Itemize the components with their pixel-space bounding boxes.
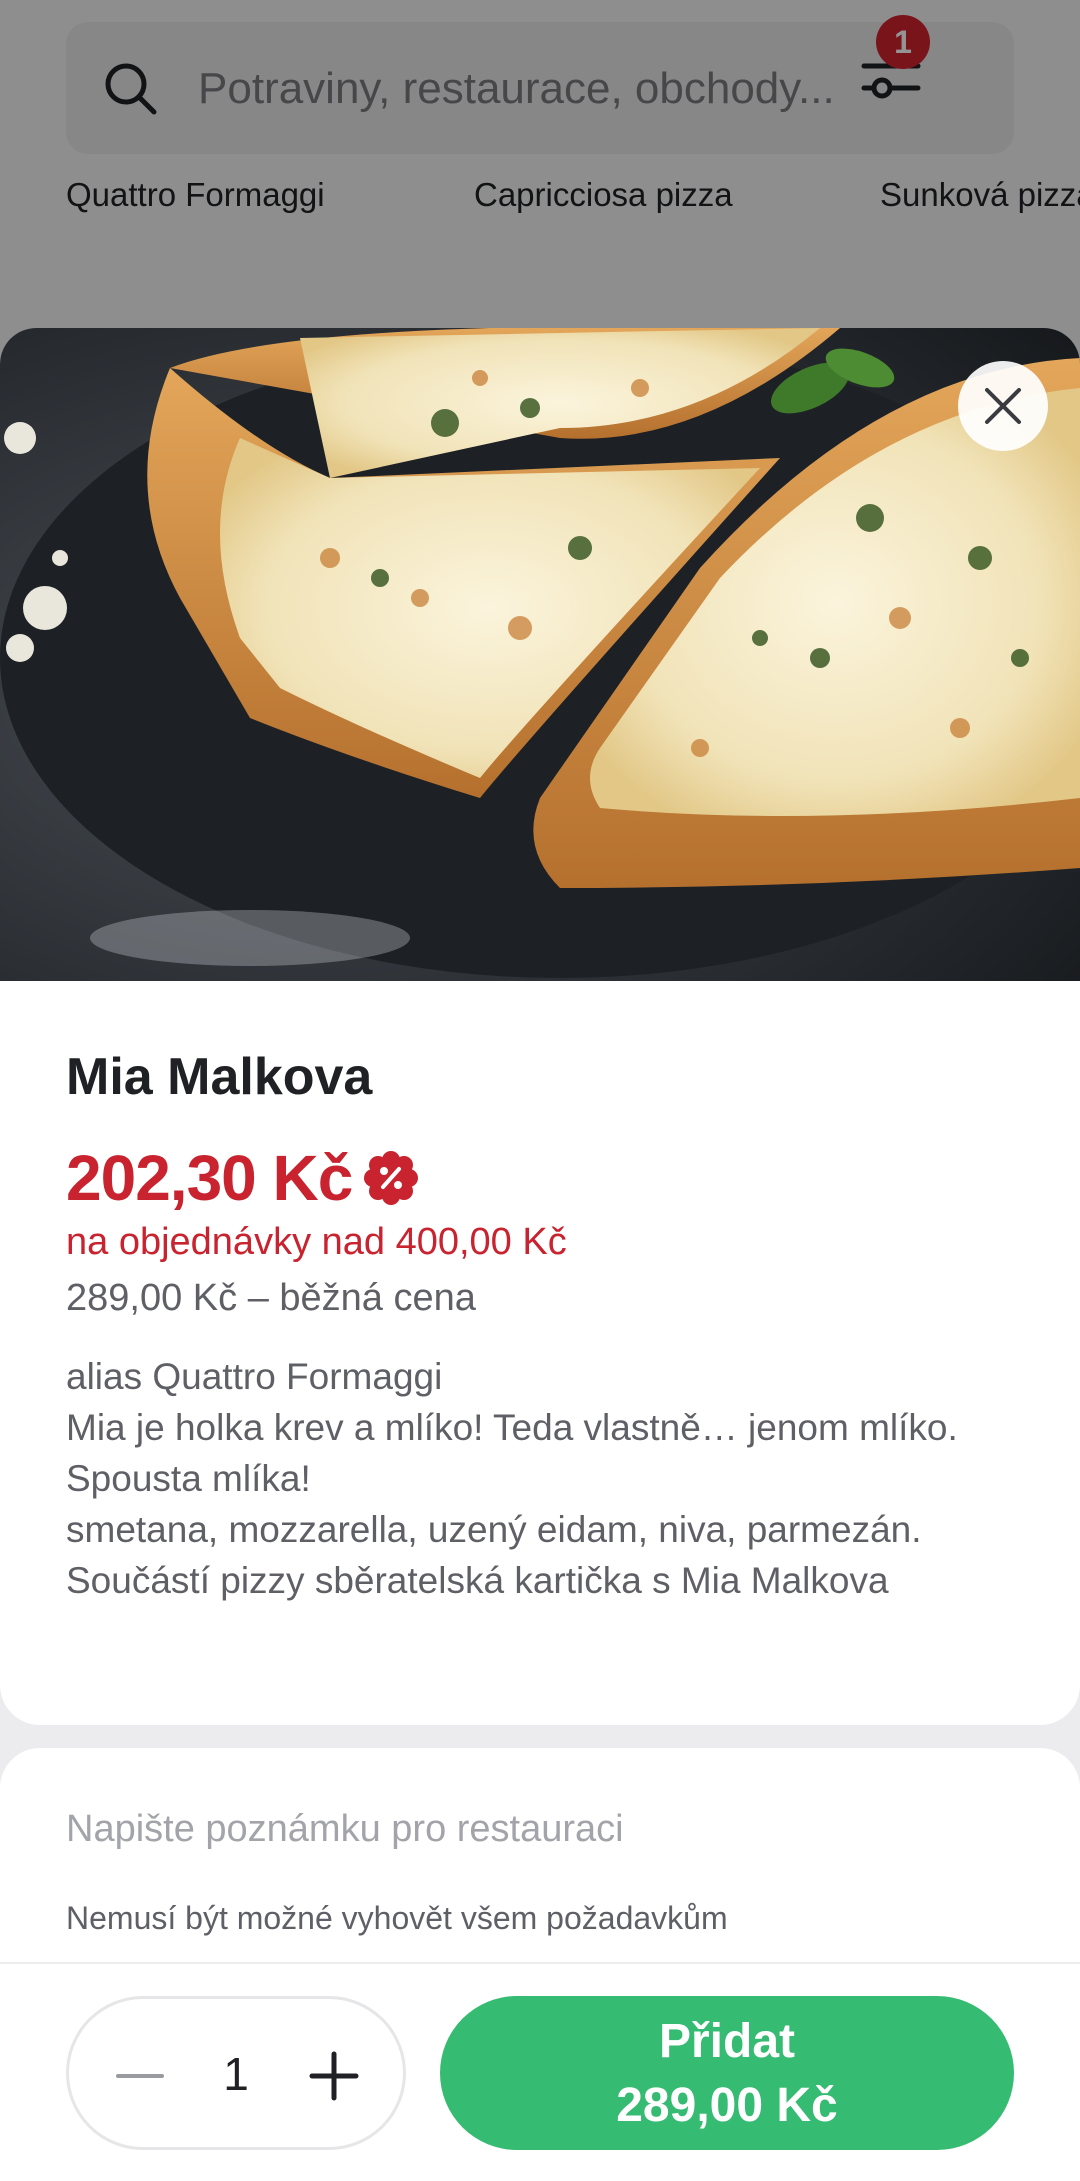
increase-quantity-button[interactable] bbox=[307, 2049, 361, 2103]
decrease-quantity-button[interactable] bbox=[115, 2051, 165, 2101]
product-title: Mia Malkova bbox=[66, 1048, 373, 1106]
price-row: 202,30 Kč bbox=[66, 1141, 419, 1215]
product-description: alias Quattro Formaggi Mia je holka krev… bbox=[66, 1356, 958, 1601]
close-icon bbox=[985, 388, 1021, 424]
add-to-cart-button[interactable]: Přidat 289,00 Kč bbox=[440, 1996, 1014, 2150]
bottom-action-bar: 1 Přidat 289,00 Kč bbox=[0, 1962, 1080, 2181]
minus-icon bbox=[116, 2074, 164, 2078]
regular-price: 289,00 Kč – běžná cena bbox=[66, 1277, 476, 1319]
quantity-stepper: 1 bbox=[66, 1996, 406, 2150]
note-hint: Nemusí být možné vyhovět všem požadavkům bbox=[66, 1900, 728, 1936]
restaurant-note-input[interactable]: Napište poznámku pro restauraci bbox=[66, 1808, 624, 1851]
product-image bbox=[0, 328, 1080, 981]
close-button[interactable] bbox=[958, 361, 1048, 451]
discount-price: 202,30 Kč bbox=[66, 1142, 353, 1214]
background-page: Potraviny, restaurace, obchody... 1 Quat… bbox=[0, 0, 1080, 330]
discount-badge-icon bbox=[364, 1151, 419, 1205]
product-info-card: Mia Malkova 202,30 Kč na objednávky nad … bbox=[0, 981, 1080, 1725]
discount-condition: na objednávky nad 400,00 Kč bbox=[66, 1221, 567, 1263]
product-detail-sheet: Mia Malkova 202,30 Kč na objednávky nad … bbox=[0, 328, 1080, 2181]
quantity-value: 1 bbox=[223, 2048, 249, 2100]
add-button-price: 289,00 Kč bbox=[616, 2079, 838, 2132]
plus-icon bbox=[309, 2051, 359, 2101]
modal-overlay[interactable] bbox=[0, 0, 1080, 330]
add-button-label: Přidat bbox=[658, 2015, 796, 2068]
